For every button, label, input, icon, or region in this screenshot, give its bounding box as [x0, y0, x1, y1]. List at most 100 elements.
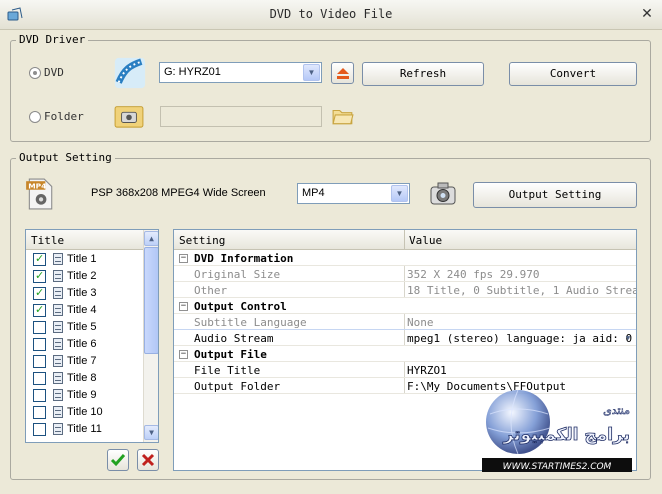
title-item-label: Title 8	[67, 372, 97, 384]
check-all-button[interactable]	[107, 449, 129, 471]
scroll-thumb[interactable]	[144, 247, 158, 354]
title-item-label: Title 4	[67, 304, 97, 316]
dvd-radio-label[interactable]: DVD	[44, 66, 64, 79]
title-list-item[interactable]: Title 8	[26, 370, 143, 387]
category-label: DVD Information	[194, 252, 294, 265]
dvd-driver-group	[10, 40, 651, 142]
collapse-icon[interactable]: −	[179, 350, 188, 359]
format-select-value: MP4	[302, 187, 325, 199]
property-category[interactable]: − Output Control	[174, 298, 636, 314]
file-icon	[53, 338, 63, 350]
title-checkbox[interactable]	[33, 372, 46, 385]
property-key: Audio Stream	[194, 332, 274, 345]
drive-select-value: G: HYRZ01	[164, 66, 221, 78]
title-list-item[interactable]: Title 2	[26, 268, 143, 285]
value-column-header[interactable]: Value	[409, 234, 442, 247]
property-value[interactable]: HYRZO1	[407, 364, 447, 377]
chevron-down-icon[interactable]: ▼	[391, 185, 408, 202]
convert-button[interactable]: Convert	[509, 62, 637, 86]
chevron-down-icon[interactable]: ▼	[303, 64, 320, 81]
title-checkbox[interactable]	[33, 321, 46, 334]
browse-folder-icon[interactable]	[332, 106, 354, 126]
watermark-arabic: برامج الكمبيوتر	[503, 425, 630, 445]
file-icon	[53, 321, 63, 333]
folder-radio-label[interactable]: Folder	[44, 110, 84, 123]
svg-text:MP4: MP4	[28, 182, 46, 191]
title-list: Title Title 1 Title 2Title 3 Title 4 Title …	[25, 229, 159, 443]
refresh-button[interactable]: Refresh	[362, 62, 484, 86]
title-list-item[interactable]: Title 3	[26, 285, 143, 302]
title-bar: DVD to Video File	[0, 0, 662, 30]
folder-path-field	[160, 106, 322, 127]
title-list-item[interactable]: Title 11	[26, 421, 143, 438]
title-checkbox[interactable]	[33, 303, 46, 317]
folder-camera-icon	[114, 106, 144, 128]
property-key: Output Folder	[194, 380, 281, 393]
setting-column-header[interactable]: Setting	[179, 234, 225, 247]
title-checkbox[interactable]	[33, 355, 46, 368]
property-row: Subtitle Language None	[174, 314, 636, 330]
dvd-radio[interactable]	[29, 67, 41, 79]
file-icon	[53, 406, 63, 418]
property-row[interactable]: Audio Stream mpeg1 (stereo) language: ja …	[174, 329, 636, 347]
title-checkbox[interactable]	[33, 269, 46, 283]
scroll-down-icon[interactable]: ▼	[144, 425, 158, 440]
chevron-down-icon[interactable]: ▼	[622, 332, 634, 344]
title-item-label: Title 6	[67, 338, 97, 350]
title-item-label: Title 5	[67, 321, 97, 333]
title-list-header[interactable]: Title	[26, 230, 143, 250]
property-value[interactable]: mpeg1 (stereo) language: ja aid: 0	[407, 332, 632, 345]
eject-button[interactable]	[331, 62, 354, 84]
property-category[interactable]: − Output File	[174, 346, 636, 362]
title-list-item[interactable]: Title 4	[26, 302, 143, 319]
window-title: DVD to Video File	[269, 7, 393, 21]
close-icon[interactable]: ✕	[638, 5, 656, 23]
title-list-item[interactable]: Title 5	[26, 319, 143, 336]
eject-icon	[336, 68, 349, 79]
drive-select[interactable]: G: HYRZ01 ▼	[159, 62, 322, 83]
file-icon	[53, 253, 63, 265]
scroll-up-icon[interactable]: ▲	[144, 231, 158, 246]
title-checkbox[interactable]	[33, 286, 46, 300]
property-key: Original Size	[194, 268, 281, 281]
property-grid-header: Setting Value	[174, 230, 636, 250]
collapse-icon[interactable]: −	[179, 302, 188, 311]
file-icon	[53, 270, 63, 282]
title-list-item[interactable]: Title 10	[26, 404, 143, 421]
title-checkbox[interactable]	[33, 338, 46, 351]
property-key: Subtitle Language	[194, 316, 307, 329]
watermark-site: WWW.STARTIMES2.COM	[503, 462, 612, 472]
property-value: 18 Title, 0 Subtitle, 1 Audio Stream	[407, 284, 637, 297]
property-row[interactable]: File Title HYRZO1	[174, 362, 636, 378]
title-list-item[interactable]: Title 7	[26, 353, 143, 370]
title-checkbox[interactable]	[33, 252, 46, 266]
format-select[interactable]: MP4 ▼	[297, 183, 410, 204]
file-icon	[53, 287, 63, 299]
title-list-item[interactable]: Title 1	[26, 251, 143, 268]
title-checkbox[interactable]	[33, 389, 46, 402]
property-key: Other	[194, 284, 228, 297]
property-value: 352 X 240 fps 29.970	[407, 268, 540, 281]
category-label: Output Control	[194, 300, 287, 313]
watermark-arabic-small: منتدى	[603, 404, 630, 417]
property-category[interactable]: − DVD Information	[174, 250, 636, 266]
title-item-label: Title 1	[67, 253, 97, 265]
app-icon	[7, 7, 23, 21]
title-checkbox[interactable]	[33, 406, 46, 419]
property-row: Other 18 Title, 0 Subtitle, 1 Audio Strea…	[174, 282, 636, 298]
dvd-film-icon	[114, 57, 146, 89]
folder-radio[interactable]	[29, 111, 41, 123]
dvd-driver-group-label: DVD Driver	[16, 33, 89, 46]
title-checkbox[interactable]	[33, 423, 46, 436]
cross-icon	[141, 453, 155, 467]
collapse-icon[interactable]: −	[179, 254, 188, 263]
title-list-item[interactable]: Title 6	[26, 336, 143, 353]
uncheck-all-button[interactable]	[137, 449, 159, 471]
title-list-scrollbar[interactable]: ▲ ▼	[143, 230, 158, 442]
check-icon	[110, 454, 126, 467]
title-column-header: Title	[31, 234, 65, 247]
title-item-label: Title 11	[67, 423, 102, 435]
file-icon	[53, 389, 63, 401]
output-setting-button[interactable]: Output Setting	[473, 182, 637, 208]
title-list-item[interactable]: Title 9	[26, 387, 143, 404]
